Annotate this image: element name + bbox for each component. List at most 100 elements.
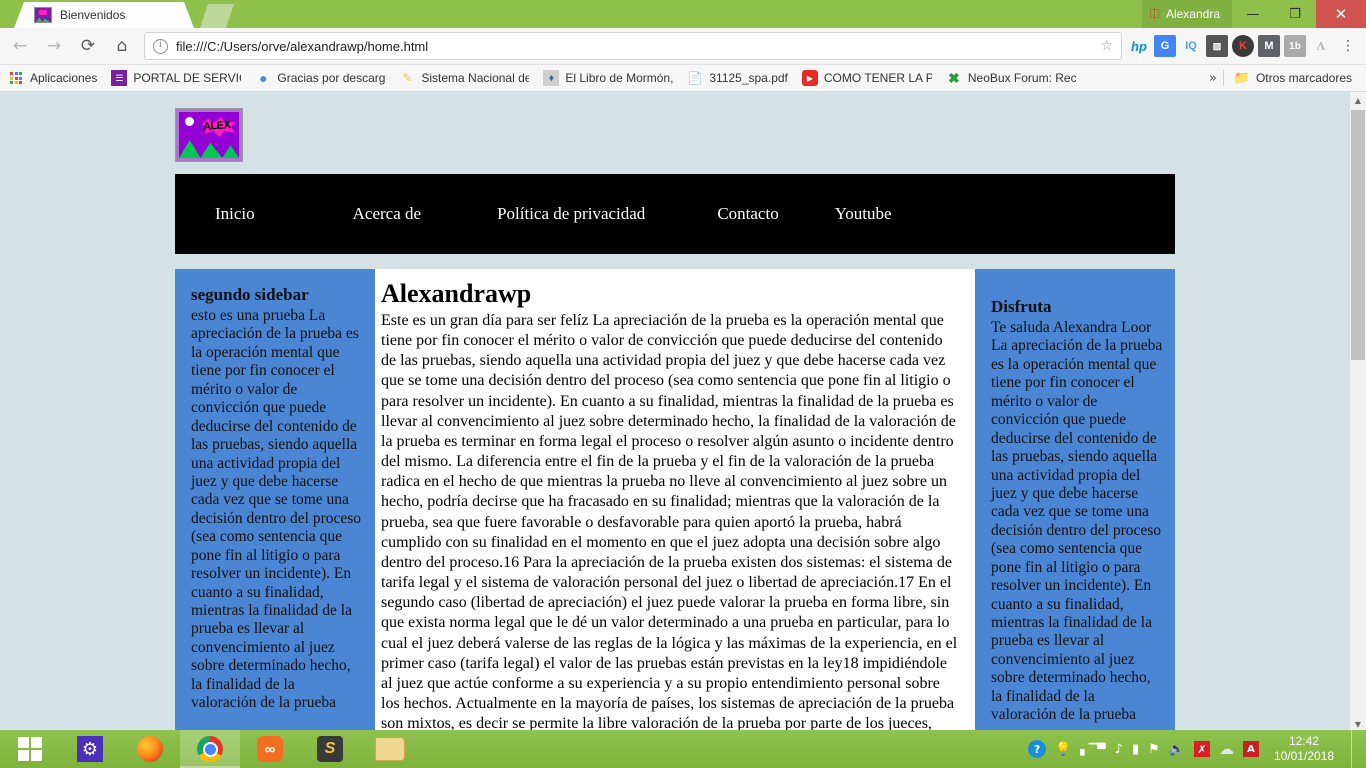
windows-taskbar: ⚙ ∞ S ? 💡 ▖▔▀ ♪ ▮ ⚑ 🔈 ✗ ☁ A 12:42 10/01/… xyxy=(0,730,1366,768)
scroll-up-icon[interactable]: ▲ xyxy=(1350,92,1366,108)
profile-name: Alexandra xyxy=(1165,7,1220,21)
help-tray-icon[interactable]: ? xyxy=(1028,740,1047,758)
sound-warning-tray-icon[interactable]: ♪ xyxy=(1115,742,1123,757)
list-icon: ☰ xyxy=(111,70,128,86)
bookmark-portal-de-servicio[interactable]: ☰ PORTAL DE SERVICIO xyxy=(111,70,241,86)
close-window-button[interactable]: ✕ xyxy=(1316,0,1366,28)
bookmarks-overflow-icon[interactable]: » xyxy=(1209,71,1223,86)
water-drop-icon: ● xyxy=(259,70,268,86)
book-icon: ♦ xyxy=(543,70,560,86)
forward-icon[interactable]: → xyxy=(40,32,68,60)
chrome-browser-window: Bienvenidos ✕ ⎅ Alexandra — ❐ ✕ ← → ⟳ ⌂ … xyxy=(0,0,1366,732)
iq-extension-icon[interactable]: IQ xyxy=(1180,35,1202,57)
mountain-icon xyxy=(179,139,239,158)
folder-icon: 📁 xyxy=(1233,70,1251,85)
x-cross-icon: ✖ xyxy=(948,69,960,86)
site-info-icon[interactable]: i xyxy=(153,38,168,54)
bookmark-gracias-por-descargar[interactable]: ● Gracias por descarga xyxy=(255,70,385,86)
main-content-text: Este es un gran día para ser felíz La ap… xyxy=(381,312,958,732)
bookmark-label: Gracias por descarga xyxy=(277,71,386,85)
firefox-button[interactable] xyxy=(120,730,180,768)
page-title: Alexandrawp xyxy=(381,279,532,308)
new-tab-button[interactable] xyxy=(200,4,234,28)
bookmarks-divider xyxy=(1222,70,1224,86)
tab-strip: Bienvenidos ✕ ⎅ Alexandra — ❐ ✕ xyxy=(0,0,1366,28)
reload-icon[interactable]: ⟳ xyxy=(74,32,102,60)
clock-time: 12:42 xyxy=(1288,734,1319,748)
address-bar-url: file:///C:/Users/orve/alexandrawp/home.h… xyxy=(176,38,429,54)
sublime-text-icon: S xyxy=(317,736,343,762)
nav-item-acerca-de[interactable]: Acerca de xyxy=(353,204,421,224)
chrome-icon xyxy=(197,736,223,762)
address-bar[interactable]: i file:///C:/Users/orve/alexandrawp/home… xyxy=(144,32,1122,60)
xampp-icon: ∞ xyxy=(257,736,283,762)
sublime-text-button[interactable]: S xyxy=(300,730,360,768)
avira-tray-icon[interactable]: ✗ xyxy=(1193,741,1210,757)
hp-extension-icon[interactable]: hp xyxy=(1128,35,1150,57)
bookmark-label: El Libro de Mormón, xyxy=(565,71,674,85)
bookmark-label: Aplicaciones xyxy=(30,71,98,85)
right-sidebar-heading: Disfruta xyxy=(991,297,1052,316)
apps-grid-icon xyxy=(8,70,24,86)
windows-icon xyxy=(18,737,42,761)
bookmark-31125-spa-pdf[interactable]: 📄 31125_spa.pdf xyxy=(687,70,788,86)
bookmark-label: Otros marcadores xyxy=(1255,71,1352,85)
bookmark-label: PORTAL DE SERVICIO xyxy=(133,71,241,85)
bookmark-como-tener-la-pla[interactable]: ▶ COMO TENER LA PLA xyxy=(801,70,932,86)
adobe-acrobat-extension-icon[interactable]: Λ xyxy=(1310,35,1332,57)
left-sidebar-text: esto es una prueba La apreciación de la … xyxy=(191,307,362,712)
bookmark-otros-marcadores[interactable]: 📁 Otros marcadores xyxy=(1234,70,1352,86)
tab-title: Bienvenidos xyxy=(60,8,126,22)
idea-tray-icon[interactable]: 💡 xyxy=(1055,742,1071,757)
profile-chip[interactable]: ⎅ Alexandra xyxy=(1141,0,1232,28)
file-explorer-button[interactable] xyxy=(360,730,420,768)
gmail-extension-icon[interactable]: M xyxy=(1258,35,1280,57)
desktop-wallpaper: Bienvenidos ✕ ⎅ Alexandra — ❐ ✕ ← → ⟳ ⌂ … xyxy=(0,0,1366,768)
start-button[interactable] xyxy=(0,730,60,768)
bookmark-label: COMO TENER LA PLA xyxy=(823,71,932,85)
nav-item-inicio[interactable]: Inicio xyxy=(215,204,255,224)
flag-tray-icon[interactable]: ⚑ xyxy=(1148,742,1160,757)
nav-item-contacto[interactable]: Contacto xyxy=(717,204,778,224)
pencil-icon: ✎ xyxy=(402,71,413,85)
system-tray: ? 💡 ▖▔▀ ♪ ▮ ⚑ 🔈 ✗ ☁ A 12:42 10/01/2018 xyxy=(1028,730,1366,768)
main-content: Alexandrawp Este es un gran día para ser… xyxy=(375,269,975,732)
right-sidebar: Disfruta Te saluda Alexandra Loor La apr… xyxy=(975,269,1175,732)
right-sidebar-text: Te saluda Alexandra Loor La apreciación … xyxy=(991,319,1163,724)
home-icon[interactable]: ⌂ xyxy=(108,32,136,60)
volume-tray-icon[interactable]: 🔈 xyxy=(1169,742,1185,757)
xampp-button[interactable]: ∞ xyxy=(240,730,300,768)
bookmark-libro-de-mormon[interactable]: ♦ El Libro de Mormón, xyxy=(543,70,673,86)
bookmark-apps[interactable]: Aplicaciones xyxy=(8,70,97,86)
onetab-extension-icon[interactable]: 1b xyxy=(1284,35,1306,57)
browser-toolbar: ← → ⟳ ⌂ i file:///C:/Users/orve/alexandr… xyxy=(0,28,1366,65)
taskbar-clock[interactable]: 12:42 10/01/2018 xyxy=(1274,734,1342,764)
chrome-button[interactable] xyxy=(180,730,240,768)
clock-date: 10/01/2018 xyxy=(1273,749,1334,763)
network-signal-tray-icon[interactable]: ▖▔▀ xyxy=(1080,743,1105,756)
settings-button[interactable]: ⚙ xyxy=(60,730,120,768)
show-desktop-button[interactable] xyxy=(1351,730,1360,768)
page-vertical-scrollbar[interactable]: ▲ ▼ xyxy=(1349,92,1366,732)
bookmarks-bar: Aplicaciones ☰ PORTAL DE SERVICIO ● Grac… xyxy=(0,65,1366,92)
nav-item-youtube[interactable]: Youtube xyxy=(835,204,892,224)
bookmark-star-icon[interactable]: ☆ xyxy=(1100,38,1113,54)
docs-extension-icon[interactable]: ▨ xyxy=(1206,35,1228,57)
bookmark-label: NeoBux Forum: Recib xyxy=(967,71,1076,85)
kaspersky-extension-icon[interactable]: K xyxy=(1232,35,1254,57)
minimize-button[interactable]: — xyxy=(1232,0,1274,28)
document-icon: 📄 xyxy=(687,71,703,85)
maximize-button[interactable]: ❐ xyxy=(1274,0,1316,28)
onedrive-tray-icon[interactable]: ☁ xyxy=(1219,740,1234,758)
scrollbar-thumb[interactable] xyxy=(1351,110,1365,360)
battery-tray-icon[interactable]: ▮ xyxy=(1132,742,1139,757)
browser-tab[interactable]: Bienvenidos xyxy=(14,2,194,28)
nav-item-politica-de-privacidad[interactable]: Política de privacidad xyxy=(497,204,645,224)
bookmark-neobux-forum[interactable]: ✖ NeoBux Forum: Recib xyxy=(946,70,1076,86)
chrome-menu-icon[interactable]: ⋮ xyxy=(1336,38,1360,54)
adobe-tray-icon[interactable]: A xyxy=(1242,741,1259,757)
bookmark-sistema-nacional[interactable]: ✎ Sistema Nacional de xyxy=(399,70,529,86)
back-icon[interactable]: ← xyxy=(6,32,34,60)
left-sidebar-heading: segundo sidebar xyxy=(191,285,309,304)
google-translate-icon[interactable]: G xyxy=(1154,35,1176,57)
